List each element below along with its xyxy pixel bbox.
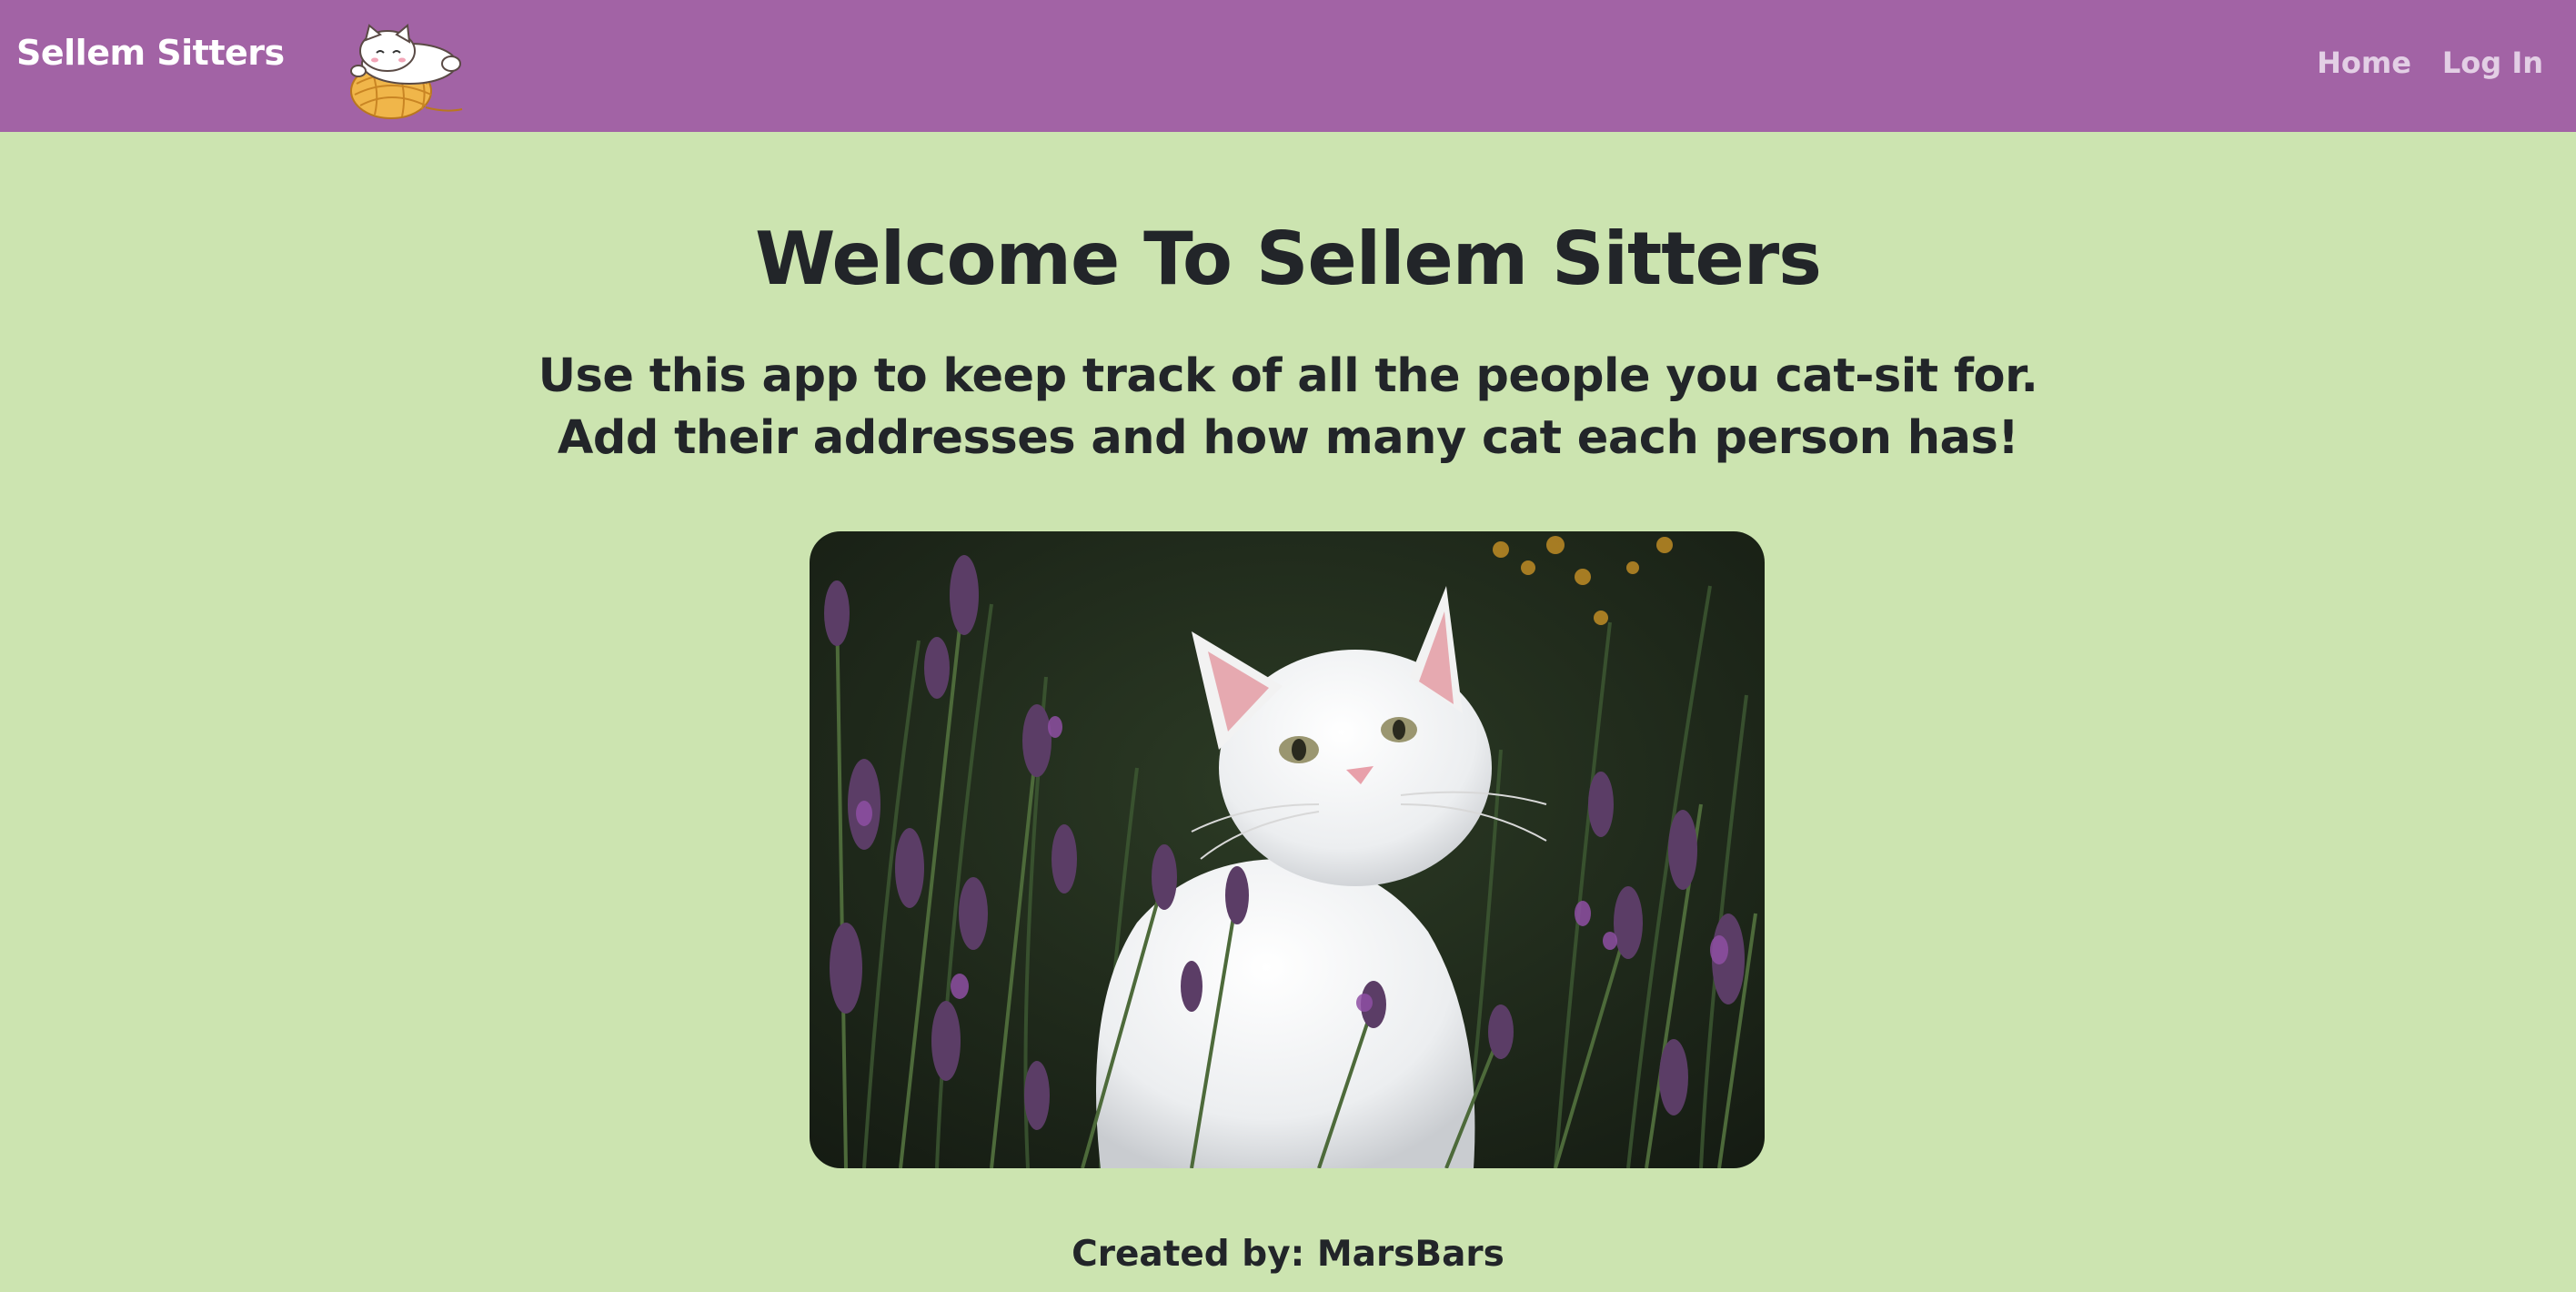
page-title: Welcome To Sellem Sitters <box>755 217 1822 301</box>
cat-photo <box>810 531 1765 1168</box>
footer-credit: Created by: MarsBars <box>1072 1234 1504 1275</box>
brand-link[interactable]: Sellem Sitters <box>16 33 285 73</box>
navbar: Sellem Sitters Home Log In <box>0 0 2576 132</box>
nav-home-link[interactable]: Home <box>2317 45 2411 80</box>
cat-on-yarn-ball-icon <box>344 18 468 120</box>
description-line-1: Use this app to keep track of all the pe… <box>538 349 2038 403</box>
description-line-2: Add their addresses and how many cat eac… <box>557 411 2019 465</box>
nav-login-link[interactable]: Log In <box>2442 45 2543 80</box>
nav-links: Home Log In <box>2317 45 2543 80</box>
page-description: Use this app to keep track of all the pe… <box>0 346 2576 469</box>
